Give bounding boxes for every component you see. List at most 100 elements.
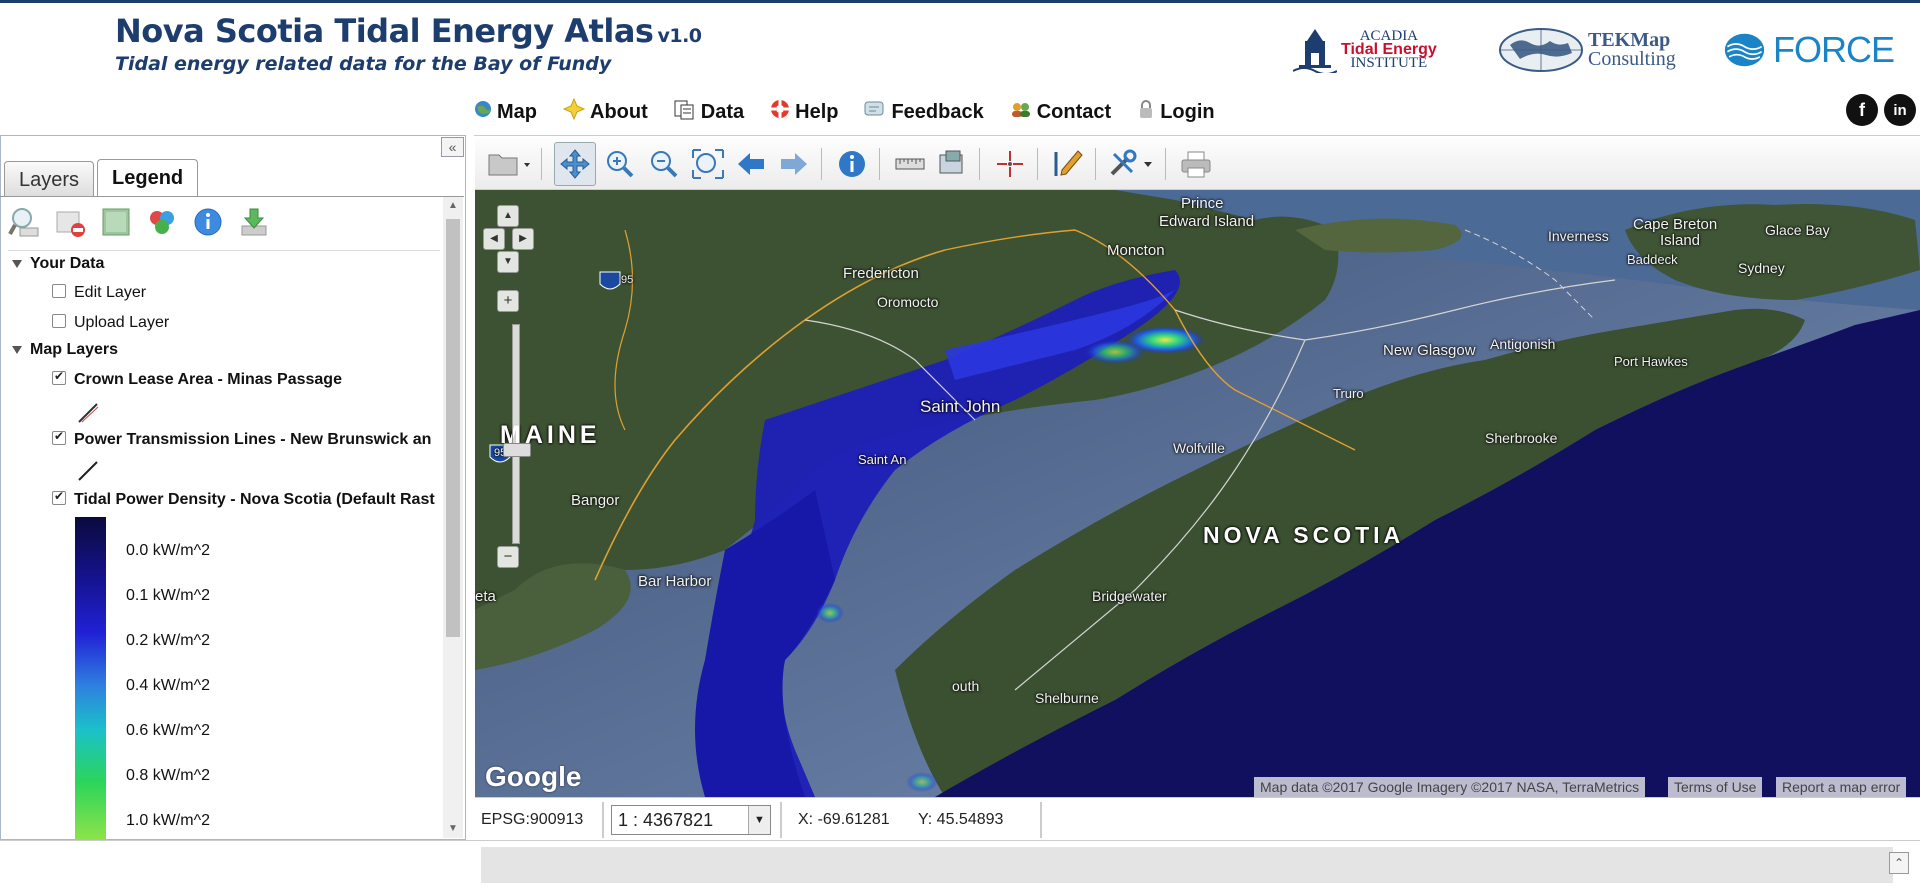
- tree-edit-layer[interactable]: Edit Layer: [52, 283, 146, 302]
- force-logo[interactable]: FORCE: [1724, 25, 1895, 75]
- map-label: Glace Bay: [1765, 222, 1830, 238]
- tools-menu-button[interactable]: [1105, 142, 1157, 186]
- ruler-icon: [895, 158, 925, 170]
- toolbar-separator: [1095, 148, 1096, 180]
- version-text: v1.0: [657, 25, 702, 47]
- tekmap-logo-text: TEKMap Consulting: [1588, 30, 1676, 69]
- map-label: Oromocto: [877, 294, 939, 310]
- full-extent-icon: [692, 149, 724, 179]
- previous-extent-button[interactable]: [730, 142, 772, 186]
- draw-button[interactable]: [1047, 142, 1089, 186]
- upload-layer-checkbox[interactable]: [52, 313, 66, 328]
- tab-layers[interactable]: Layers: [4, 161, 95, 197]
- expand-bottom-panel-button[interactable]: ⌃: [1889, 852, 1909, 874]
- pan-button[interactable]: [554, 142, 596, 186]
- measure-button[interactable]: [889, 142, 931, 186]
- expand-triangle-icon[interactable]: [12, 259, 22, 268]
- scrollbar-thumb[interactable]: [446, 219, 460, 637]
- zoom-in-map-button[interactable]: +: [497, 290, 519, 312]
- linkedin-icon[interactable]: in: [1884, 94, 1916, 126]
- layer-checkbox[interactable]: [52, 489, 66, 505]
- edit-layer-checkbox[interactable]: [52, 283, 66, 298]
- nav-map[interactable]: Map: [474, 98, 537, 126]
- collapse-panel-button[interactable]: «: [441, 137, 464, 157]
- map-label: Bar Harbor: [638, 573, 712, 590]
- map-label: Sherbrooke: [1485, 430, 1558, 446]
- tree-map-layers[interactable]: Map Layers: [12, 341, 118, 359]
- zoom-out-icon: [651, 151, 678, 178]
- color-palette-icon[interactable]: [146, 206, 178, 238]
- download-icon[interactable]: [238, 206, 270, 238]
- crosshair-icon: [997, 151, 1023, 177]
- toolbar-separator: [1165, 148, 1166, 180]
- measure-area-button[interactable]: [931, 142, 973, 186]
- nav-contact[interactable]: Contact: [1010, 98, 1111, 126]
- lock-icon: [1137, 99, 1155, 125]
- tekmap-logo[interactable]: TEKMap Consulting: [1498, 25, 1688, 75]
- scroll-up-arrow-icon[interactable]: ▲: [443, 197, 463, 215]
- zoom-to-layer-icon[interactable]: [8, 206, 40, 238]
- layer-row[interactable]: Power Transmission Lines - New Brunswick…: [52, 429, 431, 449]
- pan-arrows-icon: [560, 149, 590, 179]
- scale-select[interactable]: 1 : 4367821 ▼: [611, 805, 771, 835]
- map-label: NOVA SCOTIA: [1203, 522, 1405, 548]
- force-logo-text: FORCE: [1773, 29, 1895, 70]
- acadia-logo[interactable]: ACADIA Tidal Energy INSTITUTE: [1293, 25, 1463, 75]
- feedback-icon: [864, 100, 886, 124]
- zoom-in-button[interactable]: [599, 142, 641, 186]
- globe-icon: [474, 100, 492, 124]
- zoom-out-button[interactable]: [643, 142, 685, 186]
- layer-info-icon[interactable]: [192, 206, 224, 238]
- open-menu-button[interactable]: [483, 142, 535, 186]
- layer-row[interactable]: Crown Lease Area - Minas Passage: [52, 369, 342, 389]
- zoom-slider[interactable]: [512, 324, 520, 544]
- map-label: Edward Island: [1159, 213, 1255, 230]
- nav-feedback[interactable]: Feedback: [864, 98, 984, 126]
- arrow-right-icon: [781, 153, 807, 175]
- layer-checkbox[interactable]: [52, 369, 66, 385]
- satellite-basemap: [475, 190, 1920, 797]
- contact-icon: [1010, 100, 1032, 124]
- map-label: Moncton: [1107, 242, 1165, 259]
- nav-about[interactable]: About: [562, 97, 648, 126]
- nav-data[interactable]: Data: [674, 98, 744, 126]
- identify-button[interactable]: [831, 142, 873, 186]
- chevron-down-icon[interactable]: ▼: [748, 806, 770, 834]
- report-map-error-link[interactable]: Report a map error: [1776, 777, 1907, 797]
- remove-layer-icon[interactable]: [54, 206, 86, 238]
- pan-west-button[interactable]: ◀: [483, 228, 505, 250]
- tree-upload-layer[interactable]: Upload Layer: [52, 313, 169, 332]
- tab-legend[interactable]: Legend: [97, 159, 199, 197]
- layer-row[interactable]: Tidal Power Density - Nova Scotia (Defau…: [52, 489, 435, 509]
- zoom-out-map-button[interactable]: −: [497, 546, 519, 568]
- tools-icon: [1110, 149, 1152, 176]
- layer-style-icon[interactable]: [100, 206, 132, 238]
- info-icon: [839, 151, 865, 177]
- nav-login[interactable]: Login: [1137, 98, 1215, 126]
- legend-scrollbar[interactable]: ▲ ▼: [443, 197, 463, 838]
- pan-east-button[interactable]: ▶: [512, 228, 534, 250]
- zoom-full-extent-button[interactable]: [687, 142, 729, 186]
- pan-south-button[interactable]: ▼: [497, 251, 519, 273]
- google-logo: Google: [485, 761, 582, 792]
- tree-your-data[interactable]: Your Data: [12, 255, 104, 273]
- ramp-label: 0.1 kW/m^2: [126, 587, 210, 604]
- toolbar-separator: [821, 148, 822, 180]
- map-view[interactable]: 95 95 Prince Edward Island Moncton Frede…: [475, 190, 1920, 797]
- map-label: Inverness: [1548, 228, 1609, 244]
- zoom-slider-thumb[interactable]: [503, 443, 531, 457]
- map-layers-label: Map Layers: [30, 341, 119, 358]
- map-label: Saint An: [858, 452, 907, 467]
- scroll-down-arrow-icon[interactable]: ▼: [443, 820, 463, 838]
- pan-north-button[interactable]: ▲: [497, 205, 519, 227]
- layer-checkbox[interactable]: [52, 429, 66, 445]
- coordinate-button[interactable]: [989, 142, 1031, 186]
- terms-of-use-link[interactable]: Terms of Use: [1668, 777, 1763, 797]
- facebook-icon[interactable]: f: [1846, 94, 1878, 126]
- next-extent-button[interactable]: [773, 142, 815, 186]
- tidal-power-color-ramp: [75, 517, 106, 840]
- expand-triangle-icon[interactable]: [12, 345, 22, 354]
- nav-help[interactable]: Help: [770, 98, 838, 126]
- print-button[interactable]: [1175, 142, 1217, 186]
- force-wave-icon: [1724, 33, 1765, 67]
